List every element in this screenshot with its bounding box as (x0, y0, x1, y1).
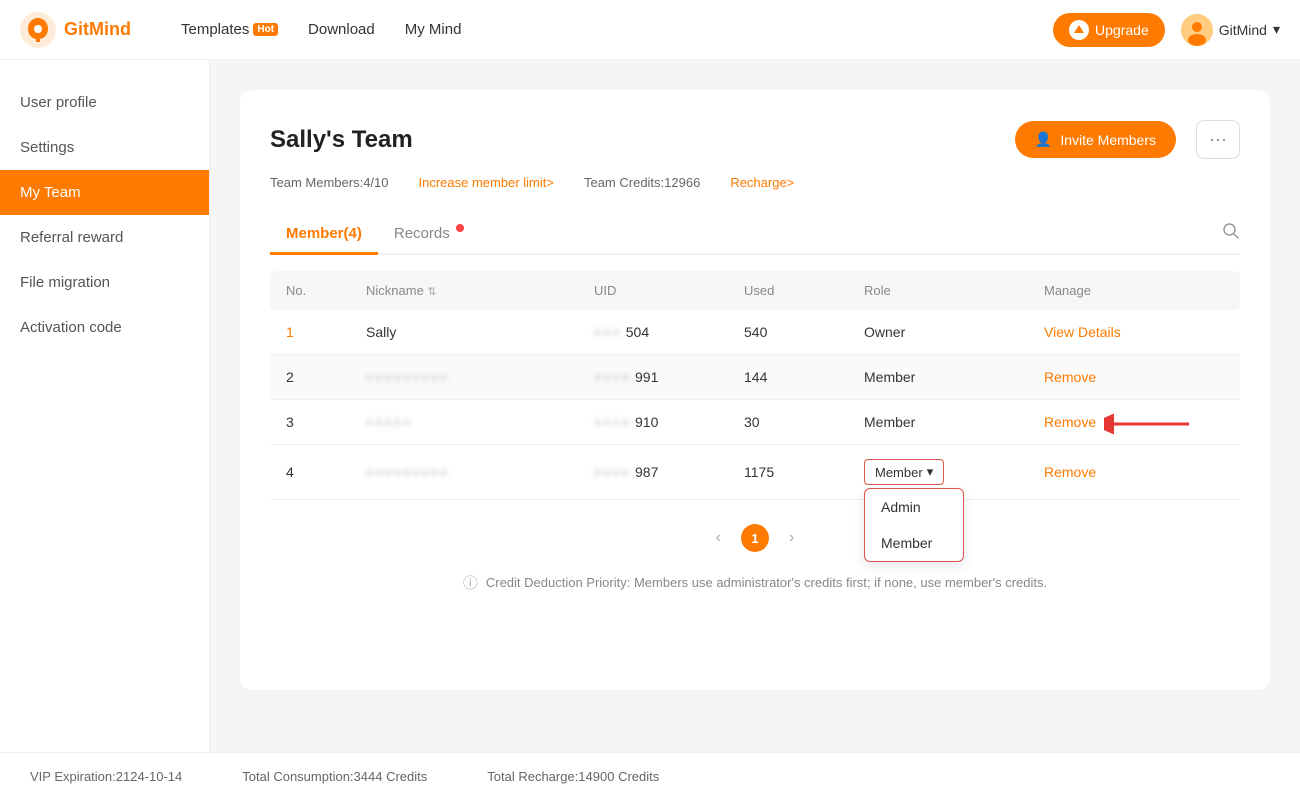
nav-mymind[interactable]: My Mind (405, 21, 462, 38)
table-row: 4 ●●●●●●●●● ●●●● 987 1175 Member ▾ (270, 445, 1240, 500)
current-page[interactable]: 1 (741, 524, 769, 552)
team-header: Sally's Team 👤 Invite Members ··· (270, 120, 1240, 159)
tab-records[interactable]: Records (378, 214, 480, 255)
row3-used: 30 (744, 414, 864, 430)
role-dropdown-menu: Admin Member (864, 488, 964, 562)
row4-role-cell: Member ▾ Admin Member (864, 459, 1044, 485)
total-consumption: Total Consumption:3444 Credits (242, 769, 427, 784)
row3-no: 3 (286, 414, 366, 430)
row4-remove-link[interactable]: Remove (1044, 464, 1224, 480)
tab-member[interactable]: Member(4) (270, 215, 378, 255)
records-badge (456, 224, 464, 232)
pagination: ‹ 1 › (270, 524, 1240, 552)
col-manage: Manage (1044, 283, 1224, 298)
row3-remove-link[interactable]: Remove (1044, 414, 1096, 430)
credit-note-text: Credit Deduction Priority: Members use a… (486, 575, 1047, 590)
row1-nickname: Sally (366, 324, 594, 340)
header: GitMind Templates Hot Download My Mind U… (0, 0, 1300, 60)
team-card: Sally's Team 👤 Invite Members ··· Team M… (240, 90, 1270, 690)
row2-remove-link[interactable]: Remove (1044, 369, 1224, 385)
sort-icon[interactable]: ⇅ (427, 286, 436, 298)
row1-uid: ●●● 504 (594, 324, 744, 340)
role-dropdown-wrapper: Member ▾ Admin Member (864, 459, 944, 485)
upgrade-button[interactable]: Upgrade (1053, 13, 1165, 47)
team-credits-text: Team Credits:12966 (584, 175, 700, 190)
sidebar-item-my-team[interactable]: My Team (0, 170, 209, 215)
row1-used: 540 (744, 324, 864, 340)
table-row: 2 ●●●●●●●●● ●●●● 991 144 Member Remove (270, 355, 1240, 400)
logo[interactable]: GitMind (20, 12, 131, 48)
nav-download[interactable]: Download (308, 21, 375, 38)
increase-limit-link[interactable]: Increase member limit> (419, 175, 554, 190)
row2-nickname: ●●●●●●●●● (366, 370, 594, 384)
row3-nickname: ●●●●● (366, 415, 594, 429)
role-dropdown-button[interactable]: Member ▾ (864, 459, 944, 485)
red-arrow-annotation (1104, 404, 1194, 444)
sidebar-item-referral-reward[interactable]: Referral reward (0, 215, 209, 260)
user-avatar (1181, 14, 1213, 46)
invite-members-button[interactable]: 👤 Invite Members (1015, 121, 1176, 158)
row3-role: Member (864, 414, 1044, 430)
upgrade-icon (1069, 20, 1089, 40)
row2-no: 2 (286, 369, 366, 385)
col-uid: UID (594, 283, 744, 298)
row1-role: Owner (864, 324, 1044, 340)
logo-text: GitMind (64, 19, 131, 40)
row4-uid: ●●●● 987 (594, 464, 744, 480)
chevron-down-icon: ▾ (1273, 21, 1280, 38)
user-menu[interactable]: GitMind ▾ (1181, 14, 1280, 46)
role-option-admin[interactable]: Admin (865, 489, 963, 525)
prev-page-button[interactable]: ‹ (708, 525, 729, 551)
col-used: Used (744, 283, 864, 298)
recharge-link[interactable]: Recharge> (730, 175, 794, 190)
row4-nickname: ●●●●●●●●● (366, 465, 594, 479)
tabs: Member(4) Records (270, 214, 1240, 255)
row4-used: 1175 (744, 464, 864, 480)
team-members-text: Team Members:4/10 (270, 175, 389, 190)
col-nickname: Nickname ⇅ (366, 283, 594, 298)
credit-note: ⓘ Credit Deduction Priority: Members use… (270, 572, 1240, 593)
total-recharge: Total Recharge:14900 Credits (487, 769, 659, 784)
more-options-button[interactable]: ··· (1196, 120, 1240, 159)
row1-manage-link[interactable]: View Details (1044, 324, 1224, 340)
search-button[interactable] (1222, 222, 1240, 245)
row3-uid: ●●●● 910 (594, 414, 744, 430)
next-page-button[interactable]: › (781, 525, 802, 551)
team-info: Team Members:4/10 Increase member limit>… (270, 175, 1240, 190)
table-row: 3 ●●●●● ●●●● 910 30 Member Remove (270, 400, 1240, 445)
dropdown-arrow: ▾ (927, 464, 934, 480)
team-title: Sally's Team (270, 126, 413, 154)
sidebar-item-file-migration[interactable]: File migration (0, 260, 209, 305)
vip-expiration: VIP Expiration:2124-10-14 (30, 769, 182, 784)
content-area: Sally's Team 👤 Invite Members ··· Team M… (210, 60, 1300, 752)
role-option-member[interactable]: Member (865, 525, 963, 561)
row2-uid: ●●●● 991 (594, 369, 744, 385)
main-layout: User profile Settings My Team Referral r… (0, 60, 1300, 752)
nav-templates[interactable]: Templates Hot (181, 21, 278, 38)
row4-no: 4 (286, 464, 366, 480)
members-table: No. Nickname ⇅ UID Used Role Manage 1 Sa… (270, 271, 1240, 500)
table-header: No. Nickname ⇅ UID Used Role Manage (270, 271, 1240, 310)
sidebar-item-user-profile[interactable]: User profile (0, 80, 209, 125)
row2-used: 144 (744, 369, 864, 385)
hot-badge: Hot (253, 23, 278, 36)
row1-no: 1 (286, 324, 366, 340)
col-no: No. (286, 283, 366, 298)
table-row: 1 Sally ●●● 504 540 Owner View Details (270, 310, 1240, 355)
sidebar-item-settings[interactable]: Settings (0, 125, 209, 170)
row2-role: Member (864, 369, 1044, 385)
sidebar-item-activation-code[interactable]: Activation code (0, 305, 209, 350)
info-icon: ⓘ (463, 572, 478, 593)
invite-icon: 👤 (1035, 131, 1052, 148)
header-right: Upgrade GitMind ▾ (1053, 13, 1280, 47)
footer-bar: VIP Expiration:2124-10-14 Total Consumpt… (0, 752, 1300, 800)
user-name: GitMind (1219, 22, 1267, 38)
col-role: Role (864, 283, 1044, 298)
sidebar: User profile Settings My Team Referral r… (0, 60, 210, 752)
